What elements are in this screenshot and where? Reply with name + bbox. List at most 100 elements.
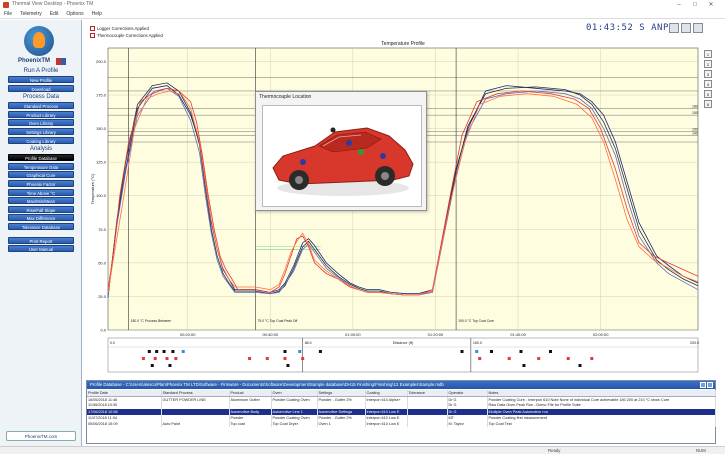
minimize-icon[interactable]: – <box>672 0 686 10</box>
sidebar: PhoenixTM Run A Profile New Profile Downlo… <box>0 20 82 446</box>
zone-marker <box>522 364 526 367</box>
sidebar-button-temperature-data[interactable]: Temperature Data <box>8 162 74 170</box>
thermocouple-corrections-checkbox[interactable]: Thermocouple Corrections Applied <box>90 33 240 39</box>
x-tick-label: 02:00:00 <box>593 332 609 337</box>
sidebar-button-new-profile[interactable]: New Profile <box>8 76 74 83</box>
phoenix-logo-icon <box>24 26 54 56</box>
print-icon[interactable] <box>681 23 691 33</box>
status-bar: Ready NUM <box>0 446 725 454</box>
table-cell: Top Coat Dryer <box>271 420 318 428</box>
menu-help[interactable]: Help <box>88 10 106 18</box>
zone-tick-label: 160.0 <box>473 341 482 345</box>
zone-marker <box>286 364 290 367</box>
table-cell: 05/06/2018 15:09 <box>87 420 162 428</box>
sidebar-button-product-library[interactable]: Product Library <box>8 110 74 118</box>
zone-marker <box>566 357 570 360</box>
trace-toggle-button[interactable]: 1 <box>704 50 712 58</box>
sidebar-button-time-above-c[interactable]: Time Above °C <box>8 188 74 196</box>
table-cell: Interpon 610 Alpha+ <box>365 396 408 403</box>
car-body-icon <box>272 127 414 196</box>
sidebar-button-max-difference[interactable]: Max Difference <box>8 214 74 222</box>
grid-help-icon[interactable] <box>700 382 706 388</box>
y-tick-label: 0.0 <box>100 328 106 333</box>
sidebar-section-heading: Analysis <box>29 146 53 153</box>
table-cell: Oven 1 <box>317 420 366 428</box>
zone-marker <box>318 350 322 353</box>
zone-tick-label: 88.0 <box>305 341 312 345</box>
vertical-marker-label: 75.0 °C Top Coat Peak Off <box>258 319 298 323</box>
grid-close-icon[interactable] <box>707 382 713 388</box>
zone-tick-label: 200.0 <box>690 341 699 345</box>
zone-marker <box>165 357 169 360</box>
zone-marker <box>460 350 464 353</box>
zone-marker <box>171 350 175 353</box>
x-tick-label: 01:40:00 <box>510 332 526 337</box>
y-tick-label: 25.0 <box>98 294 107 299</box>
y-tick-label: 125.0 <box>96 160 107 165</box>
zoom-icon[interactable] <box>669 23 679 33</box>
x-tick-label: 01:20:00 <box>428 332 444 337</box>
menu-edit[interactable]: Edit <box>46 10 63 18</box>
sidebar-button-print-report[interactable]: Print Report <box>8 236 74 244</box>
brand-name: PhoenixTM <box>18 58 51 64</box>
zone-marker <box>549 350 552 353</box>
table-cell: M. Taylor <box>447 420 488 428</box>
sidebar-button-tolerance-database[interactable]: Tolerance Database <box>8 223 74 230</box>
zone-marker <box>301 357 305 360</box>
table-cell: Top coat <box>229 420 272 428</box>
menu-options[interactable]: Options <box>62 10 87 18</box>
num-lock-indicator: NUM <box>696 448 706 453</box>
logger-corrections-checkbox[interactable]: Logger Corrections Applied <box>90 26 240 32</box>
y-tick-label: 175.0 <box>96 93 107 98</box>
zone-marker <box>155 350 159 353</box>
status-text: Ready <box>548 448 561 453</box>
sidebar-button-settings-library[interactable]: Settings Library <box>8 128 74 135</box>
title-bar: Thermal View Desktop - Phoenix TM – □ ✕ <box>0 0 725 10</box>
settings-icon[interactable] <box>693 23 703 33</box>
trace-toggle-button[interactable]: 4 <box>704 80 712 88</box>
y-tick-label: 50.0 <box>98 260 107 265</box>
window-title: Thermal View Desktop - Phoenix TM <box>12 1 94 7</box>
database-path-title: Profile Database - C:\Users\alesco\Plan\… <box>87 381 715 389</box>
zone-marker <box>150 364 154 367</box>
zone-marker <box>248 357 252 360</box>
menu-file[interactable]: File <box>0 10 16 18</box>
zone-marker <box>590 357 594 360</box>
sidebar-button-phoenix-factor[interactable]: Phoenix Factor <box>8 180 74 187</box>
sidebar-button-download[interactable]: Download <box>8 84 74 92</box>
maximize-icon[interactable]: □ <box>688 0 702 10</box>
zone-marker <box>507 357 511 360</box>
zone-tick-label: 0.0 <box>110 341 115 345</box>
elapsed-clock: 01:43:52 S ANPC <box>586 23 675 33</box>
y-tick-label: 75.0 <box>98 227 107 232</box>
zone-marker <box>519 350 523 353</box>
trace-toggle-button[interactable]: 2 <box>704 60 712 68</box>
sidebar-button-standard-process[interactable]: Standard Process <box>8 102 74 110</box>
sidebar-button-oven-library[interactable]: Oven Library <box>8 119 74 127</box>
trace-toggle-button[interactable]: 5 <box>704 90 712 98</box>
sidebar-button-max-min-mean[interactable]: Max/Min/Mean <box>8 197 74 205</box>
right-limit-label: 180 <box>692 104 698 108</box>
table-row[interactable]: 05/06/2018 15:09 Auto Paint Top coat Top Co… <box>87 420 716 428</box>
zone-marker <box>283 350 287 353</box>
sidebar-section-heading: Process Data <box>22 94 59 101</box>
trace-toggle-button[interactable]: 6 <box>704 100 712 108</box>
menu-telemetry[interactable]: Telemetry <box>16 10 46 18</box>
trace-toggle-button[interactable]: 3 <box>704 70 712 78</box>
zone-marker <box>537 357 541 360</box>
menu-bar: File Telemetry Edit Options Help <box>0 10 725 19</box>
sidebar-button-user-manual[interactable]: User Manual <box>8 245 74 253</box>
close-icon[interactable]: ✕ <box>704 0 718 10</box>
checkbox-icon <box>90 26 95 32</box>
database-table: Profile Date Standard Process Product Oven S… <box>87 390 716 428</box>
checkbox-icon <box>90 33 95 39</box>
zone-marker <box>478 357 482 360</box>
sidebar-button-coating-library[interactable]: Coating Library <box>8 136 74 144</box>
zone-axis-title: Distance (ft) <box>393 341 414 345</box>
zone-marker <box>174 357 178 360</box>
sidebar-button-rise-fall-slope[interactable]: Rise/Fall Slope <box>8 205 74 213</box>
website-button[interactable]: PhoenixTM.com <box>6 431 76 441</box>
sidebar-button-graphical-cure[interactable]: Graphical Cure <box>8 171 74 179</box>
sidebar-button-profile-database[interactable]: Profile Database <box>8 154 74 162</box>
thermocouple-location-popup[interactable]: Thermocouple Location <box>255 91 427 211</box>
